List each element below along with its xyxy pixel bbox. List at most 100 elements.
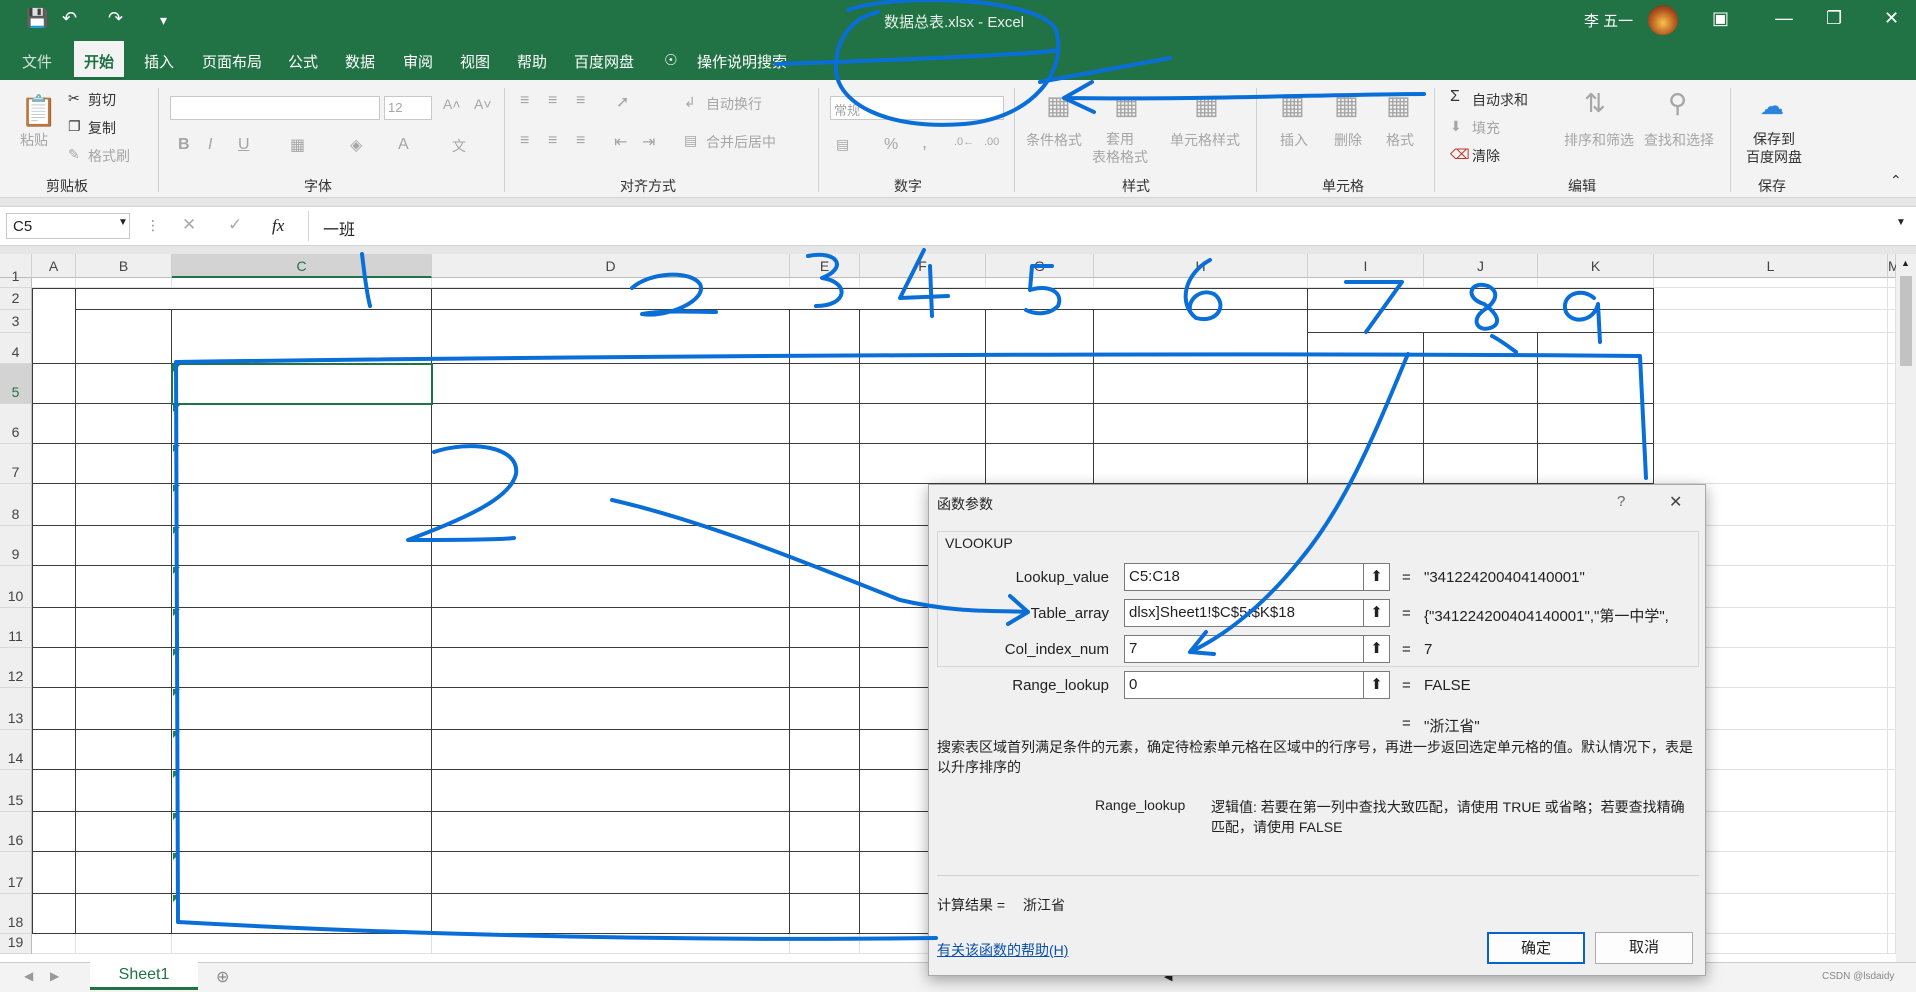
copy-icon[interactable]: ❐ — [68, 118, 81, 135]
table-cell[interactable] — [432, 852, 790, 894]
sort-filter-icon[interactable]: ⇅ — [1584, 88, 1606, 119]
avatar[interactable] — [1648, 5, 1678, 35]
save-to-baidu-button[interactable]: 保存到 百度网盘 — [1746, 130, 1802, 166]
table-cell[interactable] — [860, 444, 986, 484]
table-cell[interactable] — [1424, 444, 1538, 484]
table-cell[interactable] — [32, 404, 76, 444]
column-header[interactable]: G — [986, 254, 1094, 278]
decrease-decimal-icon[interactable]: .00 — [984, 136, 999, 148]
tab-review[interactable]: 审阅 — [403, 51, 433, 72]
table-cell[interactable] — [32, 444, 76, 484]
table-cell[interactable] — [432, 566, 790, 608]
table-cell[interactable] — [76, 730, 172, 770]
table-cell[interactable] — [790, 730, 860, 770]
fill-icon[interactable]: ⬇ — [1450, 118, 1462, 135]
format-painter-button[interactable]: 格式刷 — [88, 146, 130, 166]
tab-formulas[interactable]: 公式 — [288, 51, 318, 72]
header-school[interactable] — [432, 310, 790, 364]
table-cell[interactable] — [432, 484, 790, 526]
scroll-thumb[interactable] — [1900, 276, 1912, 366]
comma-button[interactable]: , — [922, 132, 927, 153]
row-header[interactable]: 11 — [0, 608, 32, 648]
fill-button[interactable]: 填充 — [1472, 118, 1500, 138]
header-family-info[interactable] — [1308, 288, 1654, 310]
table-cell[interactable] — [172, 444, 432, 484]
table-cell[interactable] — [1094, 444, 1308, 484]
format-cells-button[interactable]: 格式 — [1386, 130, 1414, 150]
row-header[interactable]: 18 — [0, 894, 32, 934]
tab-data[interactable]: 数据 — [345, 51, 375, 72]
cancel-entry-icon[interactable]: ✕ — [182, 215, 196, 235]
table-cell[interactable] — [32, 770, 76, 812]
table-cell[interactable] — [172, 730, 432, 770]
table-cell[interactable] — [790, 688, 860, 730]
table-cell[interactable] — [76, 526, 172, 566]
table-cell[interactable] — [790, 770, 860, 812]
column-header[interactable]: C — [172, 254, 432, 278]
merge-icon[interactable]: ▤ — [684, 132, 697, 149]
grow-font-icon[interactable]: A˄ — [443, 96, 461, 112]
range-picker-icon[interactable]: ⬆ — [1364, 671, 1390, 699]
cancel-button[interactable]: 取消 — [1595, 932, 1693, 964]
paste-icon[interactable]: 📋 — [20, 94, 57, 129]
row-header[interactable]: 7 — [0, 444, 32, 484]
align-left-icon[interactable]: ≡ — [520, 132, 529, 150]
bold-button[interactable]: B — [178, 136, 190, 154]
table-cell[interactable] — [76, 484, 172, 526]
row-header[interactable]: 4 — [0, 333, 32, 364]
tab-file[interactable]: 文件 — [22, 51, 52, 72]
arg-input-table[interactable]: dlsx]Sheet1!$C$5:$K$18 — [1124, 599, 1364, 627]
number-format-select[interactable]: 常规 — [830, 96, 1004, 120]
conditional-format-button[interactable]: 条件格式 — [1026, 130, 1082, 150]
table-cell[interactable] — [172, 608, 432, 648]
wrap-text-button[interactable]: 自动换行 — [706, 94, 762, 114]
prev-sheet-icon[interactable]: ◀ — [24, 969, 33, 983]
column-header[interactable]: J — [1424, 254, 1538, 278]
table-cell[interactable] — [432, 404, 790, 444]
dialog-help-button[interactable]: ? — [1617, 493, 1625, 510]
tab-page-layout[interactable]: 页面布局 — [202, 51, 262, 72]
table-cell[interactable] — [790, 852, 860, 894]
table-cell[interactable] — [790, 526, 860, 566]
arg-input-col[interactable]: 7 — [1124, 635, 1364, 663]
row-header[interactable]: 13 — [0, 688, 32, 730]
user-name[interactable]: 李 五一 — [1584, 10, 1633, 31]
format-as-table-button[interactable]: 套用 表格格式 — [1092, 130, 1148, 166]
percent-button[interactable]: % — [884, 136, 898, 154]
table-cell[interactable] — [172, 648, 432, 688]
table-cell[interactable] — [986, 364, 1094, 404]
table-cell[interactable] — [1308, 364, 1424, 404]
autosum-icon[interactable]: Σ — [1450, 88, 1460, 106]
row-header[interactable]: 15 — [0, 770, 32, 812]
format-painter-icon[interactable]: ✎ — [68, 146, 80, 163]
table-cell[interactable] — [432, 812, 790, 852]
function-help-link[interactable]: 有关该函数的帮助(H) — [937, 940, 1068, 960]
table-cell[interactable] — [790, 364, 860, 404]
fill-color-icon[interactable]: ◈ — [350, 135, 362, 155]
table-cell[interactable] — [860, 404, 986, 444]
format-as-table-icon[interactable]: ▦ — [1114, 90, 1139, 121]
ribbon-display-icon[interactable]: ▣ — [1712, 8, 1729, 29]
table-cell[interactable] — [1424, 364, 1538, 404]
table-cell[interactable] — [76, 812, 172, 852]
table-cell[interactable] — [172, 894, 432, 934]
align-right-icon[interactable]: ≡ — [576, 132, 585, 150]
table-cell[interactable] — [790, 566, 860, 608]
customize-qat-icon[interactable]: ▾ — [160, 12, 167, 29]
table-cell[interactable] — [432, 608, 790, 648]
table-cell[interactable] — [986, 444, 1094, 484]
copy-button[interactable]: 复制 — [88, 118, 116, 138]
wrap-text-icon[interactable]: ↲ — [684, 94, 696, 111]
table-cell[interactable] — [790, 444, 860, 484]
header-name[interactable] — [76, 310, 172, 364]
vertical-scrollbar[interactable]: ▲ — [1896, 254, 1916, 962]
tab-baidu[interactable]: 百度网盘 — [574, 51, 634, 72]
header-address[interactable] — [1308, 310, 1654, 333]
cut-button[interactable]: 剪切 — [88, 90, 116, 110]
clear-button[interactable]: 清除 — [1472, 146, 1500, 166]
ok-button[interactable]: 确定 — [1487, 932, 1585, 964]
restore-icon[interactable]: ❐ — [1826, 8, 1842, 29]
table-cell[interactable] — [432, 648, 790, 688]
table-cell[interactable] — [32, 688, 76, 730]
table-cell[interactable] — [76, 770, 172, 812]
